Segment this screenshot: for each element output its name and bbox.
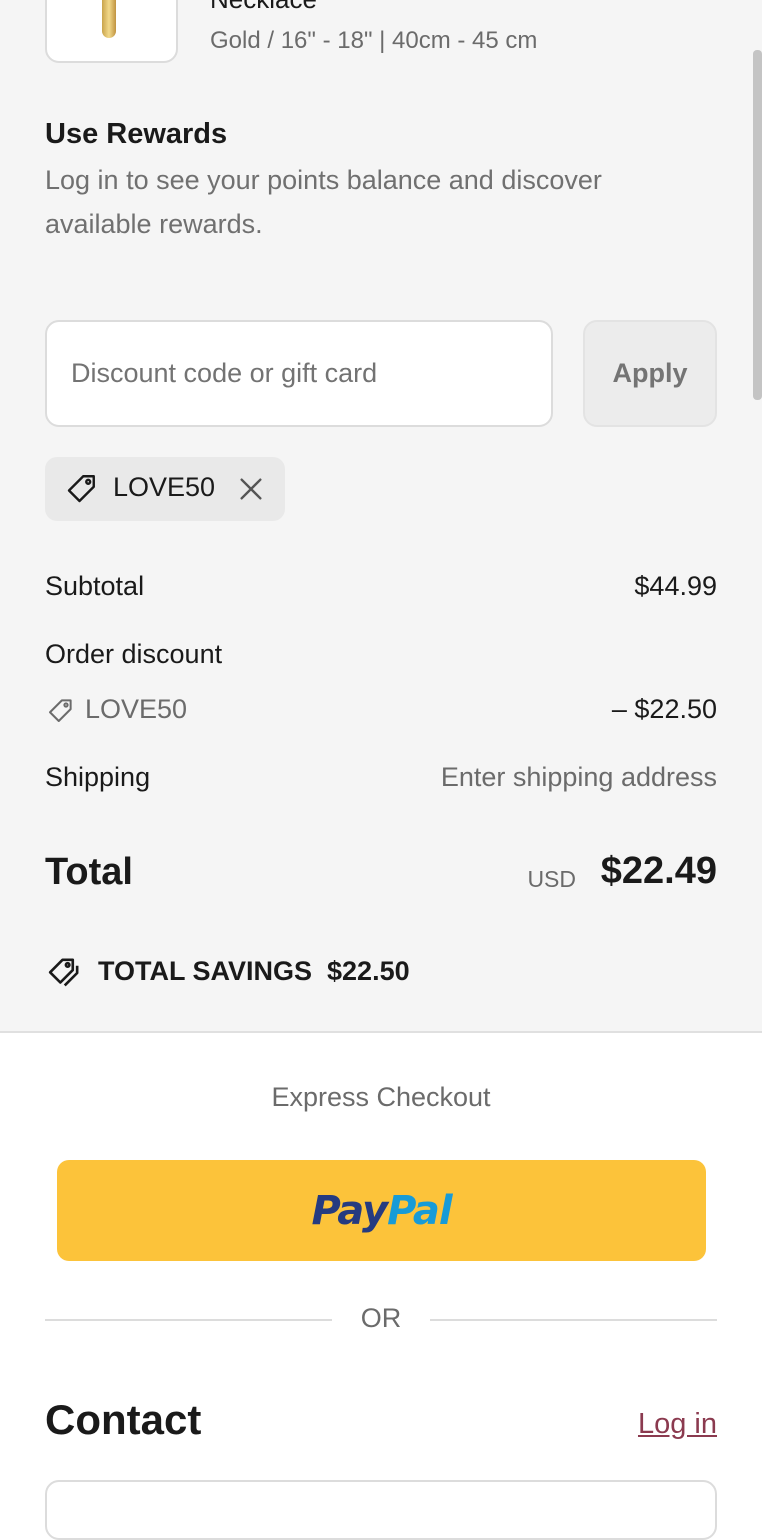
apply-button[interactable]: Apply — [583, 320, 717, 427]
savings-tags-icon — [45, 955, 83, 996]
shipping-value: Enter shipping address — [440, 762, 717, 792]
rewards-text: Log in to see your points balance and di… — [45, 165, 602, 239]
total-value: $22.49 — [600, 850, 717, 892]
total-currency: USD — [527, 866, 576, 892]
rewards-title: Use Rewards — [45, 118, 228, 150]
product-title: Necklace — [210, 0, 317, 15]
product-thumbnail — [45, 0, 178, 63]
product-image — [102, 0, 116, 38]
discount-code-input[interactable] — [45, 320, 553, 427]
remove-discount-icon[interactable] — [235, 473, 267, 505]
applied-discount-chip: LOVE50 — [45, 457, 285, 521]
express-checkout-title: Express Checkout — [271, 1082, 491, 1112]
total-label: Total — [45, 851, 133, 893]
paypal-logo-pal: Pal — [387, 1187, 452, 1234]
order-summary-panel: Necklace Gold / 16" - 18" | 40cm - 45 cm… — [0, 0, 762, 1033]
total-savings: TOTAL SAVINGS $22.50 — [98, 956, 410, 986]
scrollbar[interactable] — [753, 50, 762, 400]
order-discount-label: Order discount — [45, 639, 223, 669]
subtotal-label: Subtotal — [45, 571, 145, 601]
order-discount-code: LOVE50 — [85, 694, 188, 724]
shipping-label: Shipping — [45, 762, 151, 792]
order-discount-value: – $22.50 — [611, 694, 717, 724]
login-link[interactable]: Log in — [638, 1408, 717, 1441]
applied-discount-code: LOVE50 — [113, 472, 216, 502]
contact-email-field[interactable] — [45, 1480, 717, 1540]
divider-right — [430, 1319, 717, 1321]
product-variant: Gold / 16" - 18" | 40cm - 45 cm — [210, 27, 538, 54]
paypal-logo-pay: Pay — [311, 1187, 388, 1234]
tag-icon — [45, 696, 75, 731]
paypal-button[interactable]: PayPal — [57, 1160, 706, 1261]
contact-title: Contact — [45, 1396, 202, 1443]
subtotal-value: $44.99 — [634, 571, 717, 601]
tag-icon — [63, 471, 99, 512]
